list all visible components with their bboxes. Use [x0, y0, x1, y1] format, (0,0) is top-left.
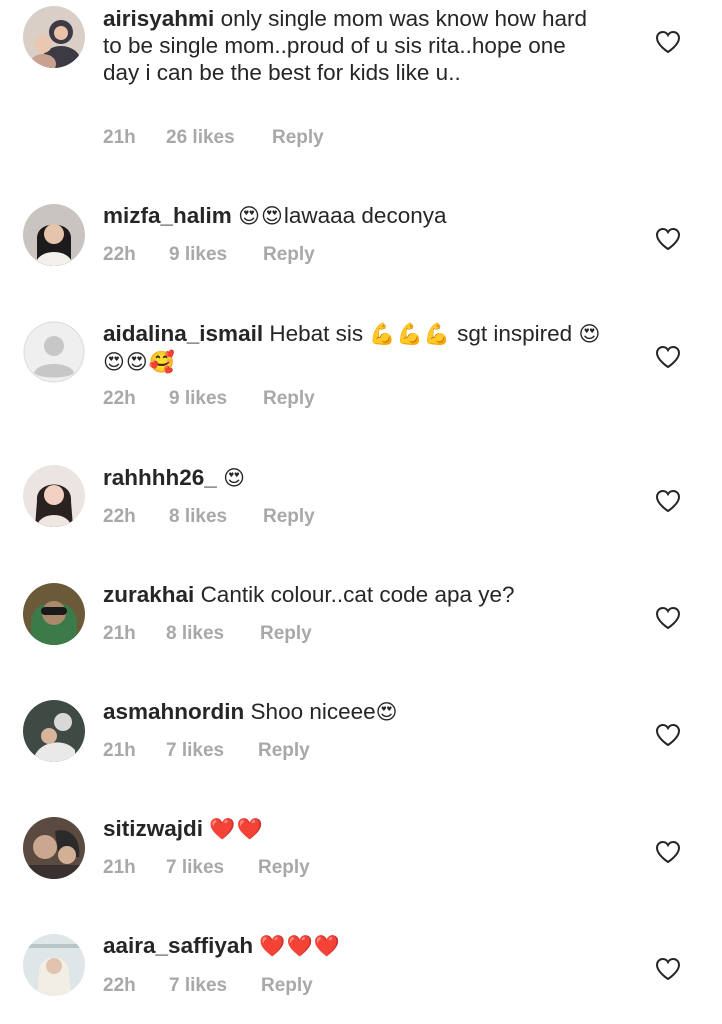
comment-text: asmahnordin Shoo niceee😍	[103, 698, 603, 726]
comment-meta: 22h 9 likes Reply	[103, 244, 315, 266]
comment-likes[interactable]: 7 likes	[166, 740, 258, 762]
comment-message: Shoo niceee	[250, 699, 376, 724]
comment-emoji: 😍	[223, 466, 246, 490]
comment-text: sitizwajdi ❤️❤️	[103, 815, 603, 843]
comment-text: aidalina_ismail Hebat sis 💪💪💪 sgt inspir…	[103, 320, 603, 376]
reply-button[interactable]: Reply	[258, 740, 310, 762]
heart-outline-icon[interactable]	[655, 227, 681, 251]
comment-likes[interactable]: 8 likes	[169, 506, 263, 528]
heart-outline-icon[interactable]	[655, 489, 681, 513]
heart-outline-icon[interactable]	[655, 30, 681, 54]
reply-button[interactable]: Reply	[260, 623, 312, 645]
default-avatar-icon[interactable]	[23, 321, 85, 383]
comment-meta: 21h 26 likes Reply	[103, 127, 324, 149]
heart-outline-icon[interactable]	[655, 345, 681, 369]
comment-likes[interactable]: 8 likes	[166, 623, 260, 645]
avatar[interactable]	[23, 465, 85, 527]
comment-meta: 22h 9 likes Reply	[103, 388, 315, 410]
comment-username[interactable]: mizfa_halim	[103, 203, 232, 228]
reply-button[interactable]: Reply	[263, 506, 315, 528]
heart-outline-icon[interactable]	[655, 957, 681, 981]
heart-outline-icon[interactable]	[655, 723, 681, 747]
comment-text: mizfa_halim 😍😍lawaaa deconya	[103, 202, 603, 230]
comment-text: rahhhh26_ 😍	[103, 464, 603, 492]
heart-outline-icon[interactable]	[655, 840, 681, 864]
avatar[interactable]	[23, 934, 85, 996]
reply-button[interactable]: Reply	[258, 857, 310, 879]
comment-username[interactable]: aidalina_ismail	[103, 321, 263, 346]
comment-username[interactable]: asmahnordin	[103, 699, 244, 724]
comment-time: 21h	[103, 857, 136, 878]
comment-likes[interactable]: 7 likes	[169, 975, 261, 997]
avatar[interactable]	[23, 583, 85, 645]
comment-time: 22h	[103, 975, 136, 996]
comment-message: Cantik colour..cat code apa ye?	[200, 582, 515, 607]
comment-username[interactable]: zurakhai	[103, 582, 194, 607]
comment-meta: 22h 7 likes Reply	[103, 975, 313, 997]
comment-time: 22h	[103, 244, 136, 265]
comment-emoji: ❤️❤️	[209, 817, 264, 841]
reply-button[interactable]: Reply	[263, 244, 315, 266]
comment-message-continued: sgt inspired	[457, 321, 573, 346]
comment-meta: 21h 8 likes Reply	[103, 623, 312, 645]
comment-username[interactable]: aaira_saffiyah	[103, 933, 253, 958]
comment-time: 21h	[103, 623, 136, 644]
avatar[interactable]	[23, 204, 85, 266]
heart-outline-icon[interactable]	[655, 606, 681, 630]
comment-meta: 22h 8 likes Reply	[103, 506, 315, 528]
comment-meta: 21h 7 likes Reply	[103, 740, 310, 762]
comment-time: 21h	[103, 740, 136, 761]
comment-text: airisyahmi only single mom was know how …	[103, 5, 603, 86]
comment-emoji: 😍😍	[238, 204, 284, 228]
avatar[interactable]	[23, 817, 85, 879]
comment-text: zurakhai Cantik colour..cat code apa ye?	[103, 581, 603, 608]
comment-time: 22h	[103, 388, 136, 409]
comment-emoji: ❤️❤️❤️	[259, 934, 341, 958]
comment-username[interactable]: sitizwajdi	[103, 816, 203, 841]
comment-time: 22h	[103, 506, 136, 527]
comment-username[interactable]: rahhhh26_	[103, 465, 217, 490]
comment-likes[interactable]: 9 likes	[169, 388, 263, 410]
comment-likes[interactable]: 26 likes	[166, 127, 272, 149]
comment-text: aaira_saffiyah ❤️❤️❤️	[103, 932, 603, 960]
comment-username[interactable]: airisyahmi	[103, 6, 214, 31]
comment-meta: 21h 7 likes Reply	[103, 857, 310, 879]
comment-message: Hebat sis	[269, 321, 364, 346]
comment-emoji: 💪💪💪	[369, 322, 451, 346]
reply-button[interactable]: Reply	[272, 127, 324, 149]
reply-button[interactable]: Reply	[263, 388, 315, 410]
avatar[interactable]	[23, 700, 85, 762]
comment-likes[interactable]: 7 likes	[166, 857, 258, 879]
avatar[interactable]	[23, 6, 85, 68]
comment-likes[interactable]: 9 likes	[169, 244, 263, 266]
comment-time: 21h	[103, 127, 136, 148]
comment-message: lawaaa deconya	[283, 203, 447, 228]
comment-emoji: 😍	[375, 700, 399, 724]
reply-button[interactable]: Reply	[261, 975, 313, 997]
